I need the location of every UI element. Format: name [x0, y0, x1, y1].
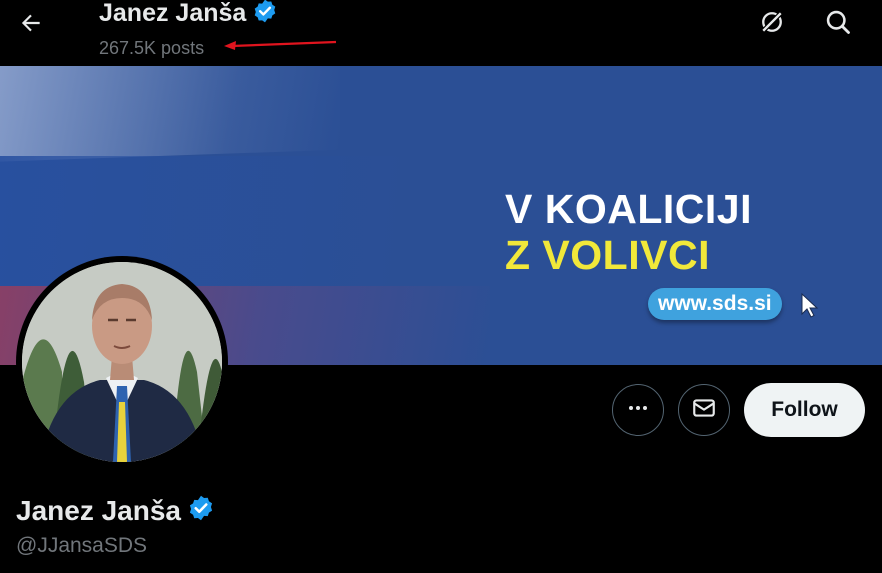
banner-website-pill: www.sds.si: [648, 288, 782, 320]
top-bar: Janez Janša 267.5K posts: [0, 0, 882, 66]
back-button[interactable]: [14, 8, 48, 42]
profile-handle: @JJansaSDS: [16, 534, 148, 557]
verified-badge-icon: [252, 0, 278, 29]
message-button[interactable]: [678, 384, 730, 436]
envelope-icon: [691, 395, 717, 426]
grok-icon: [758, 8, 786, 41]
back-arrow-icon: [18, 10, 44, 41]
more-options-button[interactable]: [612, 384, 664, 436]
profile-avatar[interactable]: [16, 256, 228, 468]
verified-badge-icon[interactable]: [187, 494, 215, 527]
cursor-icon: [800, 292, 822, 323]
banner-flag-white-stripe: [0, 66, 340, 163]
header-name: Janez Janša: [99, 0, 247, 27]
banner-slogan-line2: Z VOLIVCI: [505, 232, 710, 278]
follow-button[interactable]: Follow: [744, 383, 865, 437]
posts-count: 267.5K posts: [99, 38, 205, 58]
profile-name: Janez Janša: [16, 494, 181, 526]
header-title: Janez Janša: [99, 0, 278, 29]
banner-flag-blue-stripe: [0, 156, 400, 286]
avatar-photo: [22, 262, 222, 462]
search-button[interactable]: [820, 6, 856, 42]
annotation-arrow-icon: [222, 38, 342, 57]
more-horizontal-icon: [626, 396, 650, 425]
search-icon: [824, 8, 852, 41]
banner-slogan-line1: V KOALICIJI: [505, 186, 752, 232]
grok-button[interactable]: [754, 6, 790, 42]
profile-name-row: Janez Janša: [16, 494, 215, 527]
